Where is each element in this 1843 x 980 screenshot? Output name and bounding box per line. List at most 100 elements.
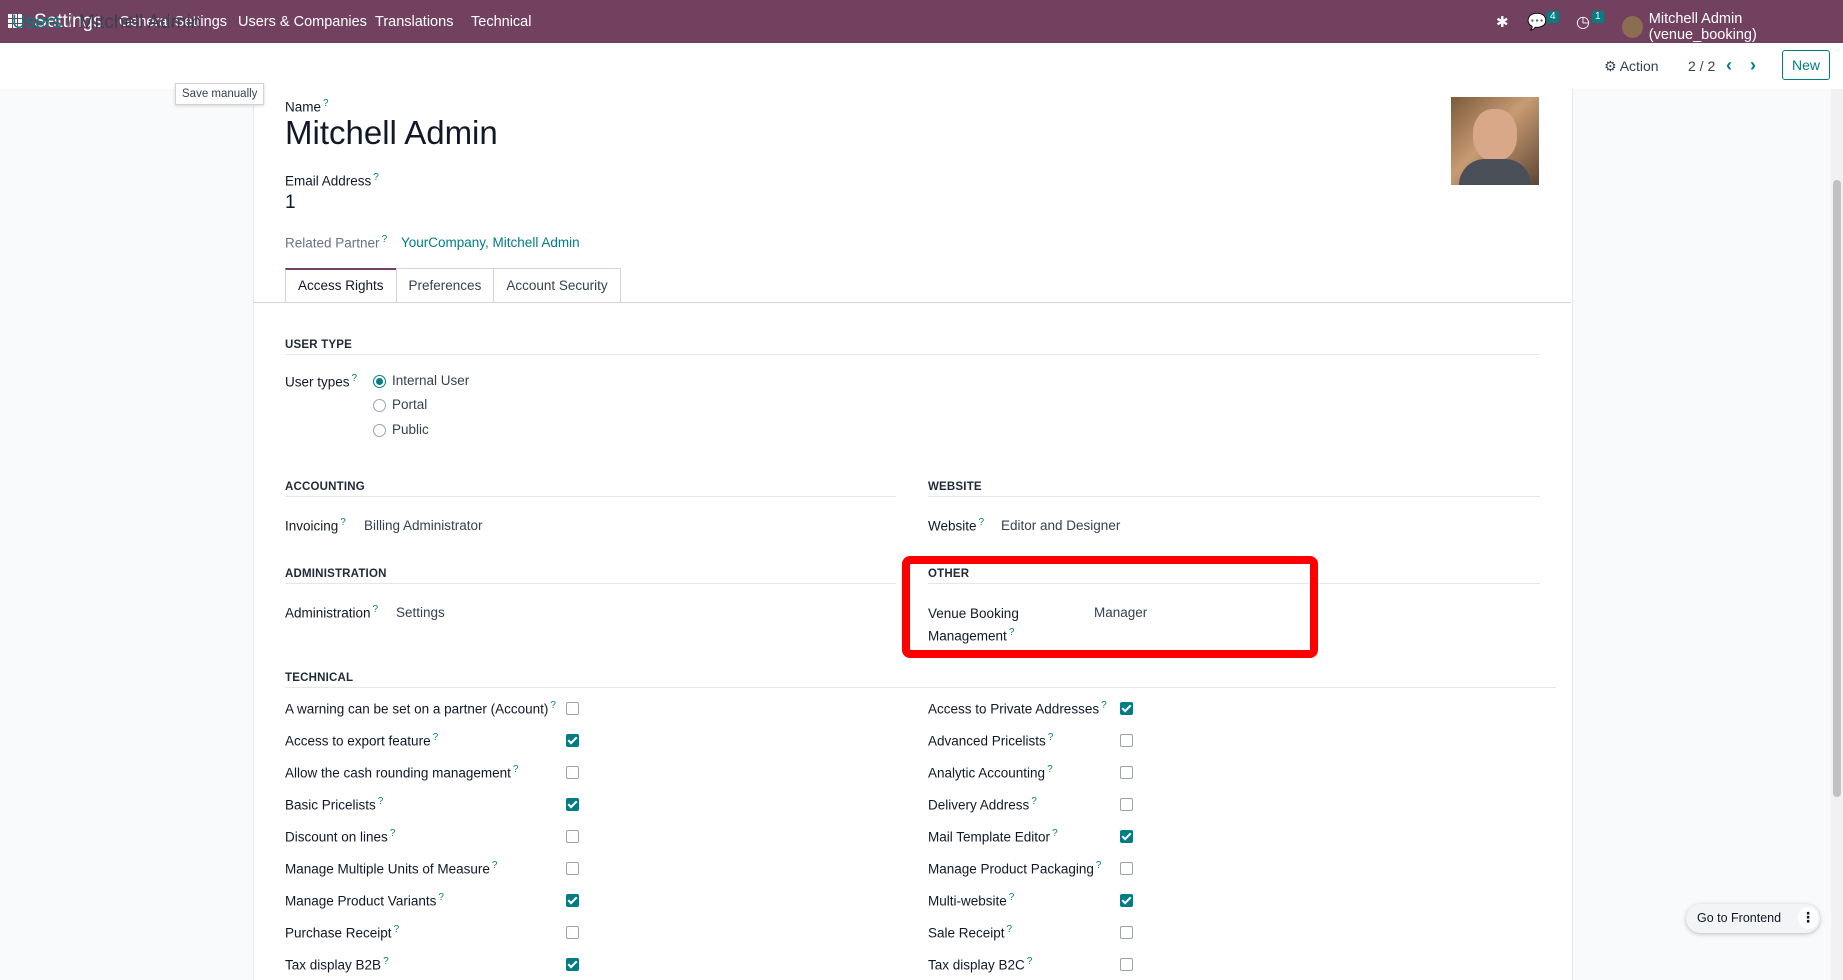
technical-right-checkbox[interactable] xyxy=(1120,734,1133,747)
menu-translations[interactable]: Translations xyxy=(375,14,453,30)
user-type-section-title: USER TYPE xyxy=(285,339,352,351)
invoicing-select[interactable]: Billing Administrator xyxy=(364,518,483,533)
technical-left-checkbox[interactable] xyxy=(566,894,579,907)
technical-left-checkbox[interactable] xyxy=(566,862,579,875)
go-to-frontend-button[interactable]: Go to Frontend ⋮ xyxy=(1686,904,1820,933)
radio-label-public[interactable]: Public xyxy=(392,422,429,437)
technical-right-label: Multi-website? xyxy=(928,892,1015,909)
technical-right-label: Mail Template Editor? xyxy=(928,828,1058,845)
pager-previous-icon[interactable]: ‹ xyxy=(1726,55,1732,76)
technical-right-checkbox[interactable] xyxy=(1120,702,1133,715)
website-section-title: WEBSITE xyxy=(928,481,982,493)
radio-label-portal[interactable]: Portal xyxy=(392,397,427,412)
radio-public[interactable] xyxy=(373,424,386,437)
highlight-annotation-box xyxy=(902,556,1318,658)
accounting-section-title: ACCOUNTING xyxy=(285,481,365,493)
form-sheet xyxy=(253,89,1573,980)
related-partner-label: Related Partner? xyxy=(285,234,388,251)
technical-left-label: Basic Pricelists? xyxy=(285,796,384,813)
technical-right-checkbox[interactable] xyxy=(1120,766,1133,779)
technical-right-checkbox[interactable] xyxy=(1120,798,1133,811)
technical-right-label: Tax display B2C? xyxy=(928,956,1033,973)
avatar xyxy=(1622,16,1643,38)
activity-clock-icon[interactable]: ◷ xyxy=(1576,12,1590,32)
related-partner-link[interactable]: YourCompany, Mitchell Admin xyxy=(401,235,580,250)
radio-portal[interactable] xyxy=(373,399,386,412)
technical-left-checkbox[interactable] xyxy=(566,830,579,843)
technical-left-checkbox[interactable] xyxy=(566,734,579,747)
radio-internal-user[interactable] xyxy=(373,375,386,388)
action-menu-button[interactable]: ⚙ Action xyxy=(1604,58,1659,75)
technical-right-checkbox[interactable] xyxy=(1120,958,1133,971)
technical-left-label: Access to export feature? xyxy=(285,732,439,749)
technical-right-checkbox[interactable] xyxy=(1120,926,1133,939)
technical-left-checkbox[interactable] xyxy=(566,958,579,971)
menu-users-companies[interactable]: Users & Companies xyxy=(238,14,367,30)
more-options-icon[interactable]: ⋮ xyxy=(1798,907,1818,929)
scrollbar-thumb[interactable] xyxy=(1833,180,1841,797)
top-navbar: Settings General Settings Users & Compan… xyxy=(0,0,1843,43)
radio-label-internal-user[interactable]: Internal User xyxy=(392,373,469,388)
tab-preferences[interactable]: Preferences xyxy=(395,268,495,302)
technical-left-label: A warning can be set on a partner (Accou… xyxy=(285,700,556,717)
technical-left-label: Manage Multiple Units of Measure? xyxy=(285,860,498,877)
chat-count-badge: 4 xyxy=(1547,11,1559,23)
section-divider xyxy=(285,496,896,497)
technical-right-label: Delivery Address? xyxy=(928,796,1037,813)
technical-left-label: Purchase Receipt? xyxy=(285,924,400,941)
administration-select[interactable]: Settings xyxy=(396,605,445,620)
user-name-field[interactable]: Mitchell Admin xyxy=(285,114,498,152)
action-label: Action xyxy=(1619,58,1659,74)
pager-value[interactable]: 2 / 2 xyxy=(1688,58,1715,74)
website-label: Website? xyxy=(928,517,985,534)
breadcrumb-current: Mitchell Admin xyxy=(78,12,202,33)
tabs-divider xyxy=(253,302,1571,303)
technical-right-label: Analytic Accounting? xyxy=(928,764,1053,781)
technical-section-title: TECHNICAL xyxy=(285,672,354,684)
technical-left-label: Discount on lines? xyxy=(285,828,396,845)
debug-bug-icon[interactable]: ✱ xyxy=(1496,13,1509,31)
administration-label: Administration? xyxy=(285,604,379,621)
pager-next-icon[interactable]: › xyxy=(1750,55,1756,76)
control-panel xyxy=(0,43,1843,90)
technical-left-checkbox[interactable] xyxy=(566,766,579,779)
technical-right-label: Access to Private Addresses? xyxy=(928,700,1107,717)
section-divider xyxy=(285,583,896,584)
section-divider xyxy=(928,496,1540,497)
website-select[interactable]: Editor and Designer xyxy=(1001,518,1120,533)
activity-count-badge: 1 xyxy=(1592,11,1604,23)
technical-right-checkbox[interactable] xyxy=(1120,862,1133,875)
user-types-label: User types? xyxy=(285,373,358,390)
go-to-frontend-label: Go to Frontend xyxy=(1697,911,1782,925)
administration-section-title: ADMINISTRATION xyxy=(285,568,387,580)
tab-account-security[interactable]: Account Security xyxy=(493,268,621,302)
technical-left-label: Manage Product Variants? xyxy=(285,892,444,909)
user-menu[interactable]: Mitchell Admin (venue_booking) xyxy=(1622,11,1843,43)
section-divider xyxy=(285,354,1540,355)
email-label: Email Address? xyxy=(285,172,379,189)
menu-technical[interactable]: Technical xyxy=(471,14,531,30)
chat-icon[interactable]: 💬 xyxy=(1527,12,1547,32)
technical-right-label: Sale Receipt? xyxy=(928,924,1013,941)
new-button[interactable]: New xyxy=(1782,50,1831,80)
gear-icon: ⚙ xyxy=(1604,58,1617,74)
technical-left-label: Allow the cash rounding management? xyxy=(285,764,519,781)
breadcrumb: Users / Mitchell Admin xyxy=(12,12,201,34)
technical-left-checkbox[interactable] xyxy=(566,926,579,939)
section-divider xyxy=(285,687,1556,688)
technical-right-checkbox[interactable] xyxy=(1120,830,1133,843)
name-label: Name? xyxy=(285,98,329,115)
technical-left-label: Tax display B2B? xyxy=(285,956,389,973)
technical-right-checkbox[interactable] xyxy=(1120,894,1133,907)
technical-right-label: Advanced Pricelists? xyxy=(928,732,1054,749)
tab-access-rights[interactable]: Access Rights xyxy=(285,268,397,302)
breadcrumb-separator: / xyxy=(67,12,73,33)
technical-left-checkbox[interactable] xyxy=(566,702,579,715)
technical-left-checkbox[interactable] xyxy=(566,798,579,811)
save-manually-tooltip: Save manually xyxy=(175,83,265,105)
email-field[interactable]: 1 xyxy=(285,192,296,214)
breadcrumb-users-link[interactable]: Users xyxy=(12,12,62,33)
technical-right-label: Manage Product Packaging? xyxy=(928,860,1102,877)
notebook-tabs: Access Rights Preferences Account Securi… xyxy=(285,268,621,302)
user-photo[interactable] xyxy=(1451,97,1539,185)
